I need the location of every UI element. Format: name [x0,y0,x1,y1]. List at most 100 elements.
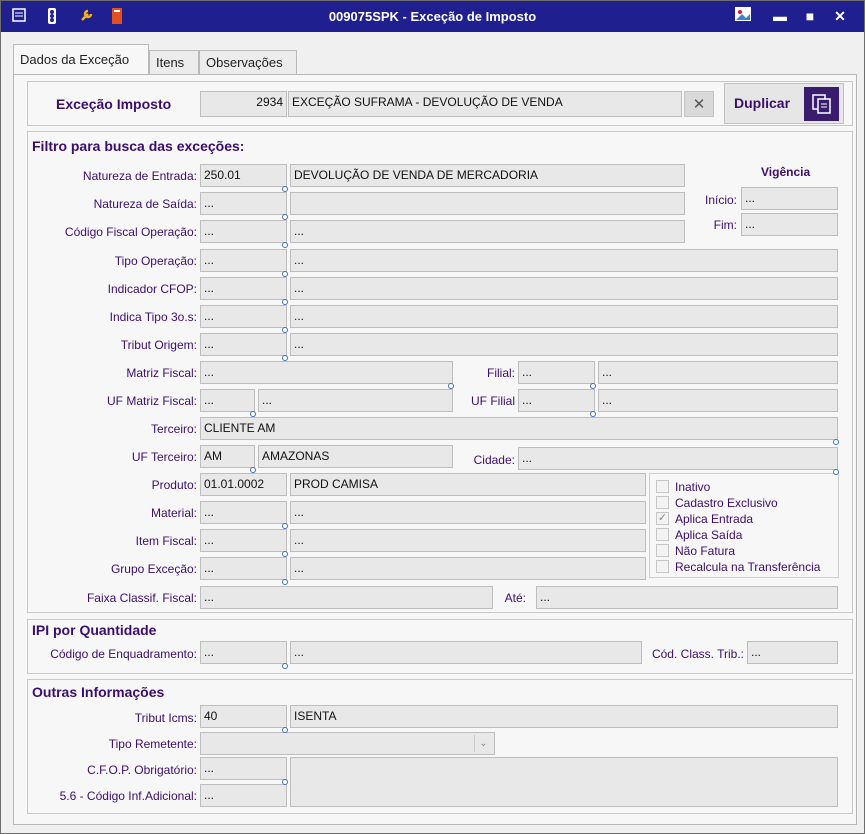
lookup-icon[interactable] [282,299,288,305]
excecao-description-field[interactable]: EXCEÇÃO SUFRAMA - DEVOLUÇÃO DE VENDA [288,91,682,117]
lookup-icon[interactable] [282,523,288,529]
lookup-icon[interactable] [282,355,288,361]
checkbox-cadastro-exclusivo[interactable]: Cadastro Exclusivo [656,496,836,510]
tab-itens[interactable]: Itens [149,50,199,74]
tipo-operacao-desc[interactable]: ... [290,249,838,272]
checkbox-aplica-entrada[interactable]: ✓ Aplica Entrada [656,512,836,526]
checkmark-icon[interactable]: ✓ [656,512,669,525]
indica-tipo-desc[interactable]: ... [290,305,838,328]
natureza-entrada-code[interactable]: 250.01 [200,164,287,187]
uf-filial-code[interactable]: ... [518,389,595,412]
produto-desc[interactable]: PROD CAMISA [290,473,646,496]
indicador-cfop-code[interactable]: ... [200,277,287,300]
class-trib-field[interactable]: ... [747,641,838,664]
tipo-remetente-label: Tipo Remetente: [108,737,197,751]
checkbox-aplica-saida[interactable]: Aplica Saída [656,528,836,542]
material-desc[interactable]: ... [290,501,646,524]
tribut-origem-desc[interactable]: ... [290,333,838,356]
lookup-icon[interactable] [833,469,839,475]
tipo-remetente-select[interactable]: ⌄ [200,732,495,755]
item-fiscal-desc[interactable]: ... [290,529,646,552]
lookup-icon[interactable] [282,779,288,785]
filial-desc[interactable]: ... [598,361,838,384]
inf-adicional-field[interactable]: ... [200,784,287,807]
lookup-icon[interactable] [282,579,288,585]
uf-filial-desc[interactable]: ... [598,389,838,412]
lookup-icon[interactable] [282,214,288,220]
lookup-icon[interactable] [250,467,256,473]
faixa-ate-field[interactable]: ... [536,586,838,609]
checkbox-box[interactable] [656,560,669,573]
indica-tipo-code[interactable]: ... [200,305,287,328]
uf-terceiro-desc[interactable]: AMAZONAS [258,445,453,468]
image-icon[interactable] [730,5,756,27]
lookup-icon[interactable] [282,242,288,248]
duplicate-button[interactable]: Duplicar [724,83,844,124]
enquadramento-desc[interactable]: ... [290,641,642,664]
terceiro-field[interactable]: CLIENTE AM [200,417,838,440]
filial-code[interactable]: ... [518,361,595,384]
grupo-excecao-code[interactable]: ... [200,557,287,580]
checkbox-recalcula-transferencia[interactable]: Recalcula na Transferência [656,560,836,574]
item-fiscal-code[interactable]: ... [200,529,287,552]
inf-adicional-label: 5.6 - Código Inf.Adicional: [59,789,197,803]
faixa-label: Faixa Classif. Fiscal: [86,591,197,605]
lookup-icon[interactable] [282,663,288,669]
natureza-saida-desc[interactable] [290,192,685,215]
checkbox-box[interactable] [656,480,669,493]
tribut-icms-code[interactable]: 40 [200,705,287,728]
checkbox-nao-fatura[interactable]: Não Fatura [656,544,836,558]
checkbox-inativo[interactable]: Inativo [656,480,836,494]
lookup-icon[interactable] [282,551,288,557]
cfop-obrigatorio-desc[interactable] [290,757,838,807]
material-code[interactable]: ... [200,501,287,524]
tab-dados-excecao[interactable]: Dados da Exceção [13,44,149,75]
close-icon[interactable]: ✕ [827,5,853,27]
checkbox-box[interactable] [656,496,669,509]
faixa-de-field[interactable]: ... [200,586,493,609]
lookup-icon[interactable] [282,327,288,333]
checkbox-box[interactable] [656,544,669,557]
cfop-obrigatorio-code[interactable]: ... [200,757,287,780]
lookup-icon[interactable] [282,186,288,192]
tab-observacoes[interactable]: Observações [199,50,297,74]
maximize-icon[interactable]: ■ [797,5,823,27]
minimize-icon[interactable]: ▬ [767,5,793,27]
vigencia-title: Vigência [761,165,811,179]
grupo-excecao-desc[interactable]: ... [290,557,646,580]
tipo-operacao-code[interactable]: ... [200,249,287,272]
vigencia-inicio-field[interactable]: ... [741,187,838,210]
lookup-icon[interactable] [590,383,596,389]
lookup-icon[interactable] [282,727,288,733]
title-bar: 009075SPK - Exceção de Imposto ▬ ■ ✕ [1,1,864,32]
indicador-cfop-desc[interactable]: ... [290,277,838,300]
checkbox-box[interactable] [656,528,669,541]
vigencia-fim-field[interactable]: ... [741,213,838,236]
chevron-down-icon[interactable]: ⌄ [474,735,492,752]
uf-terceiro-code[interactable]: AM [200,445,255,468]
cfo-desc[interactable]: ... [290,220,685,243]
uf-matriz-code[interactable]: ... [200,389,255,412]
lookup-icon[interactable] [250,411,256,417]
natureza-saida-code[interactable]: ... [200,192,287,215]
lookup-icon[interactable] [448,383,454,389]
uf-matriz-desc[interactable]: ... [258,389,453,412]
cidade-label: Cidade: [473,453,515,467]
uf-matriz-label: UF Matriz Fiscal: [107,394,197,408]
tribut-icms-desc[interactable]: ISENTA [290,705,838,728]
natureza-entrada-desc[interactable]: DEVOLUÇÃO DE VENDA DE MERCADORIA [290,164,685,187]
lookup-icon[interactable] [590,411,596,417]
cfo-code[interactable]: ... [200,220,287,243]
excecao-code-field[interactable]: 2934 [200,91,287,117]
cidade-field[interactable]: ... [518,447,838,470]
checkbox-label: Cadastro Exclusivo [675,496,778,510]
tribut-origem-code[interactable]: ... [200,333,287,356]
lookup-icon[interactable] [833,439,839,445]
matriz-fiscal-field[interactable]: ... [200,361,453,384]
enquadramento-code[interactable]: ... [200,641,287,664]
clear-icon[interactable]: ✕ [684,91,714,117]
cfop-obrigatorio-label: C.F.O.P. Obrigatório: [87,763,197,777]
lookup-icon[interactable] [282,271,288,277]
tribut-origem-label: Tribut Origem: [120,338,197,352]
produto-code[interactable]: 01.01.0002 [200,473,287,496]
